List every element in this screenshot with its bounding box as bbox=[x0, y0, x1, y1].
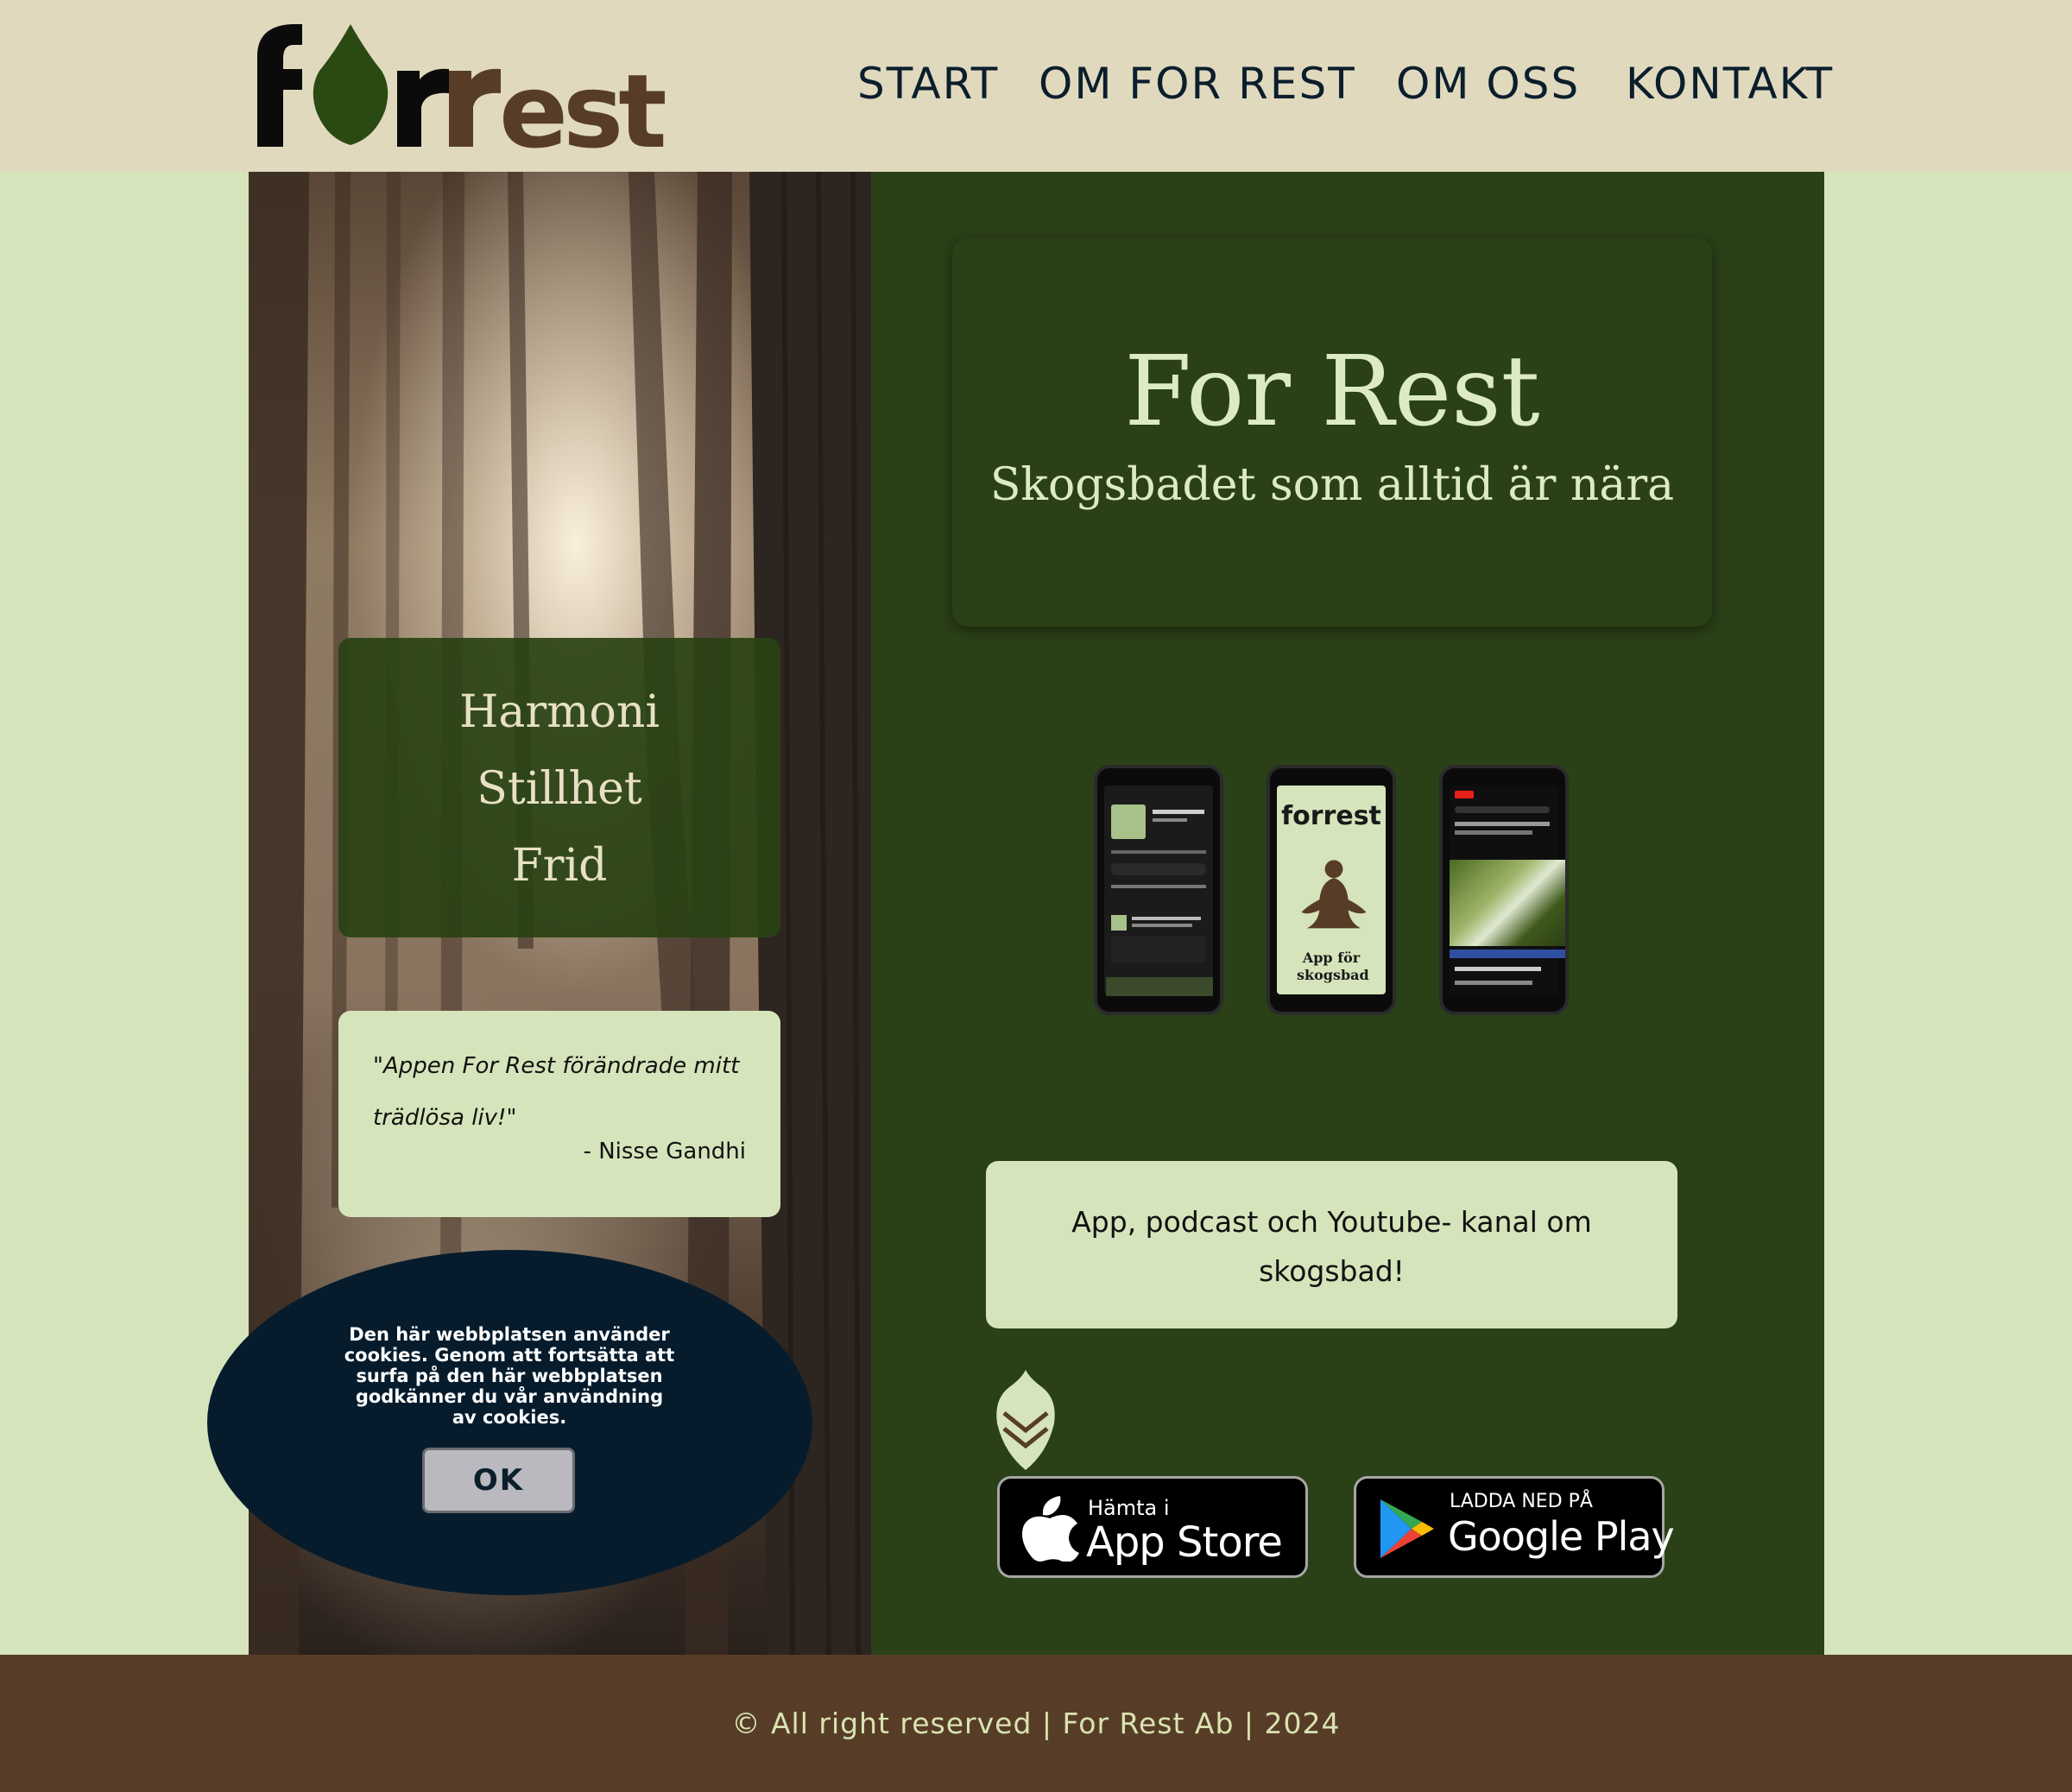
value-harmoni: Harmoni bbox=[459, 686, 660, 738]
google-play-small-label: LADDA NED PÅ bbox=[1450, 1491, 1593, 1512]
values-card: Harmoni Stillhet Frid bbox=[338, 638, 780, 937]
info-text: App, podcast och Youtube- kanal om skogs… bbox=[1071, 1205, 1592, 1288]
meditation-figure-icon bbox=[1301, 860, 1367, 929]
leaf-chevron-icon bbox=[996, 1370, 1055, 1470]
phone-app-screenshot: forrest App för skogsbad bbox=[1267, 765, 1396, 1015]
app-store-badge[interactable]: Hämta i App Store bbox=[997, 1476, 1308, 1578]
nav-kontakt[interactable]: KONTAKT bbox=[1626, 54, 1834, 114]
value-frid: Frid bbox=[511, 840, 608, 892]
google-play-badge[interactable]: LADDA NED PÅ Google Play bbox=[1354, 1476, 1675, 1578]
info-card: App, podcast och Youtube- kanal om skogs… bbox=[986, 1161, 1677, 1328]
testimonial-quote: "Appen For Rest förändrade mitt trädlösa… bbox=[373, 1053, 740, 1131]
hero-card: For Rest Skogsbadet som alltid är nära bbox=[952, 238, 1712, 627]
app-store-label: App Store bbox=[1086, 1518, 1283, 1567]
app-store-small-label: Hämta i bbox=[1088, 1496, 1170, 1520]
phone-app-caption: App för skogsbad bbox=[1297, 950, 1369, 983]
phone-podcast-screenshot bbox=[1094, 765, 1223, 1015]
cookie-ok-button[interactable]: OK bbox=[422, 1448, 575, 1513]
site-footer: © All right reserved | For Rest Ab | 202… bbox=[0, 1655, 2072, 1792]
main-nav: START OM FOR REST OM OSS KONTAKT bbox=[0, 54, 2072, 114]
site-header: est START OM FOR REST OM OSS KONTAKT bbox=[0, 0, 2072, 172]
testimonial-card: "Appen For Rest förändrade mitt trädlösa… bbox=[338, 1011, 780, 1217]
main-content: For Rest Skogsbadet som alltid är nära f… bbox=[871, 172, 1824, 1655]
nav-start[interactable]: START bbox=[857, 54, 999, 114]
value-stillhet: Stillhet bbox=[477, 763, 642, 815]
cookie-message: Den här webbplatsen använder cookies. Ge… bbox=[344, 1324, 675, 1428]
hero-title: For Rest bbox=[1124, 336, 1540, 448]
cookie-banner: Den här webbplatsen använder cookies. Ge… bbox=[207, 1250, 812, 1595]
google-play-icon bbox=[1380, 1499, 1434, 1558]
phone-app-logo: forrest bbox=[1281, 801, 1381, 831]
phone-youtube-screenshot bbox=[1439, 765, 1569, 1015]
apple-icon bbox=[1022, 1496, 1079, 1562]
nav-om-for-rest[interactable]: OM FOR REST bbox=[1039, 54, 1356, 114]
nav-om-oss[interactable]: OM OSS bbox=[1396, 54, 1580, 114]
footer-copyright: © All right reserved | For Rest Ab | 202… bbox=[731, 1707, 1341, 1740]
google-play-label: Google Play bbox=[1448, 1513, 1675, 1560]
hero-subtitle: Skogsbadet som alltid är nära bbox=[989, 459, 1675, 511]
